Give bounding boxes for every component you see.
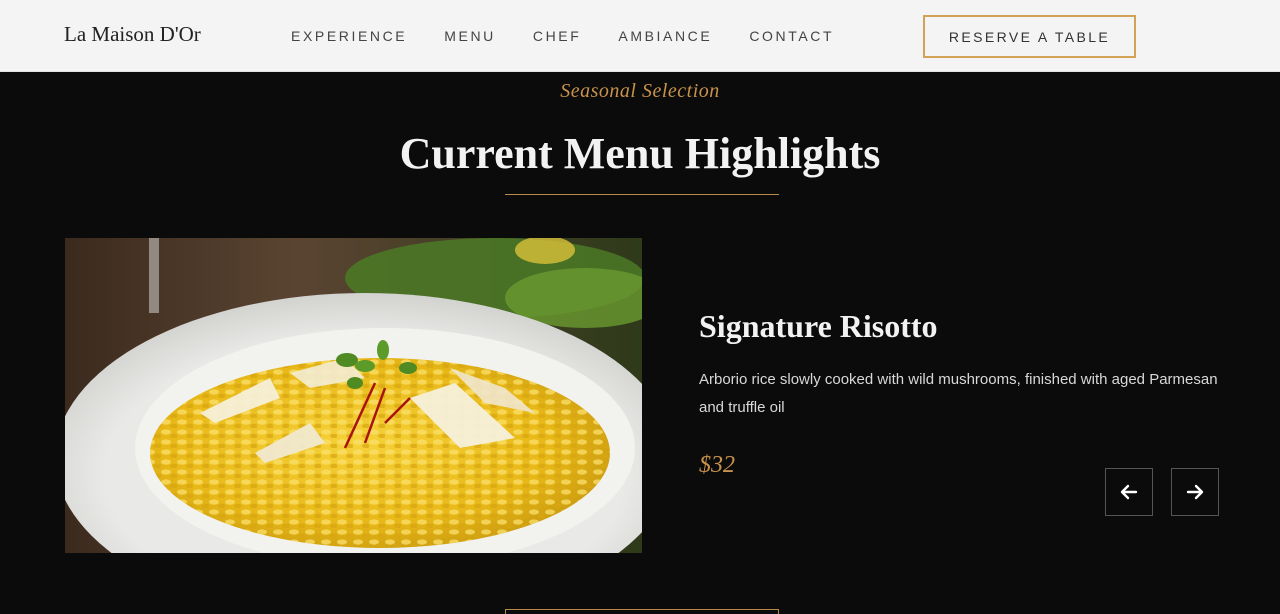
view-menu-button-edge[interactable] bbox=[505, 609, 779, 614]
reserve-table-button[interactable]: RESERVE A TABLE bbox=[923, 15, 1136, 58]
carousel-prev-button[interactable] bbox=[1105, 468, 1153, 516]
nav-item-menu[interactable]: MENU bbox=[444, 28, 496, 44]
section-title: Current Menu Highlights bbox=[399, 129, 881, 178]
nav-item-experience[interactable]: EXPERIENCE bbox=[291, 28, 407, 44]
arrow-left-icon bbox=[1120, 484, 1138, 500]
title-divider bbox=[505, 194, 779, 195]
carousel-next-button[interactable] bbox=[1171, 468, 1219, 516]
nav-item-chef[interactable]: CHEF bbox=[533, 28, 582, 44]
section-eyebrow: Seasonal Selection bbox=[560, 80, 720, 102]
dish-description: Arborio rice slowly cooked with wild mus… bbox=[699, 371, 1218, 416]
main-nav: EXPERIENCE MENU CHEF AMBIANCE CONTACT bbox=[291, 28, 871, 44]
dish-image bbox=[65, 238, 642, 553]
site-header: La Maison D'Or EXPERIENCE MENU CHEF AMBI… bbox=[0, 0, 1280, 72]
nav-item-contact[interactable]: CONTACT bbox=[749, 28, 834, 44]
risotto-photo bbox=[65, 238, 642, 553]
arrow-right-icon bbox=[1186, 484, 1204, 500]
brand-logo[interactable]: La Maison D'Or bbox=[64, 22, 201, 47]
nav-item-ambiance[interactable]: AMBIANCE bbox=[618, 28, 712, 44]
dish-name: Signature Risotto bbox=[699, 308, 938, 344]
dish-price: $32 bbox=[699, 452, 735, 478]
